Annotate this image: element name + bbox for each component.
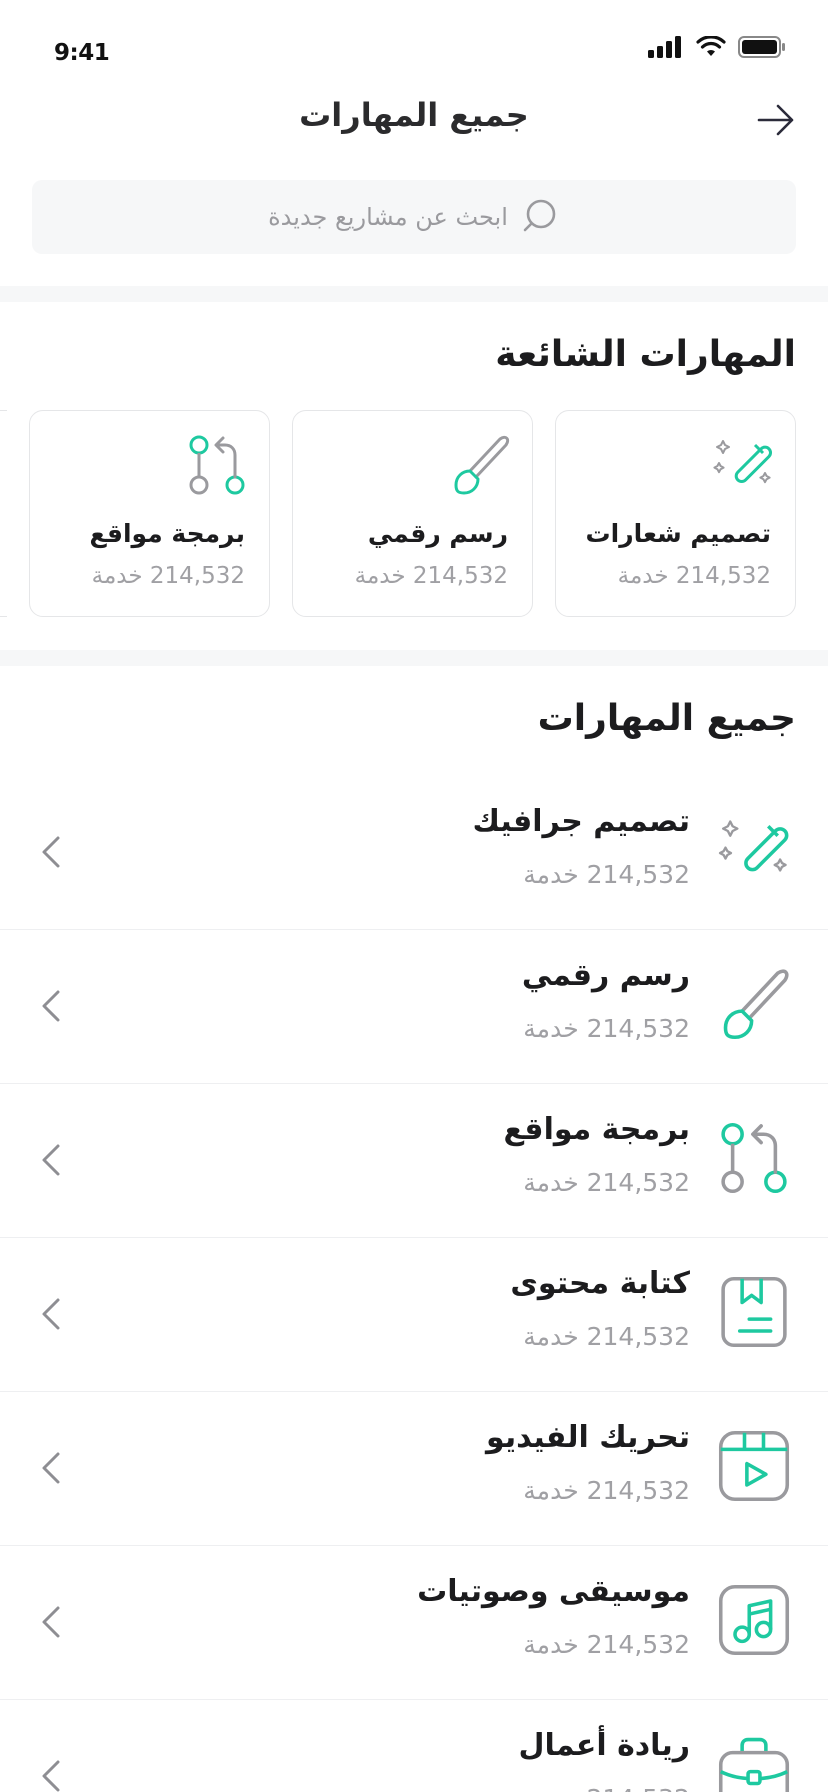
chevron-left-icon (42, 1606, 60, 1638)
search-placeholder: ابحث عن مشاريع جديدة (268, 203, 508, 231)
popular-card-web-programming[interactable]: برمجة مواقع 214,532 خدمة (29, 410, 270, 617)
chevron-left-icon (42, 1760, 60, 1792)
popular-card-partial[interactable] (0, 410, 7, 617)
cellular-signal-icon (648, 36, 681, 58)
popular-skills-row: تصميم شعارات 214,532 خدمة رسم رقمي 214,5… (0, 410, 796, 617)
list-item-count: 214,532 خدمة (523, 1322, 690, 1351)
popular-card-digital-drawing[interactable]: رسم رقمي 214,532 خدمة (292, 410, 533, 617)
git-pull-request-icon (189, 435, 245, 495)
list-item-title: تحريك الفيديو (486, 1420, 690, 1455)
nav-header: جميع المهارات (0, 84, 828, 154)
briefcase-icon (718, 1737, 790, 1792)
chevron-left-icon (42, 1298, 60, 1330)
popular-card-count: 214,532 خدمة (91, 563, 245, 589)
list-item-title: كتابة محتوى (510, 1266, 690, 1301)
list-item-title: برمجة مواقع (503, 1112, 690, 1147)
list-item-web-programming[interactable]: برمجة مواقع 214,532 خدمة (0, 1084, 828, 1238)
list-item-count: 214,532 خدمة (523, 1630, 690, 1659)
search-input[interactable]: ابحث عن مشاريع جديدة (32, 180, 796, 254)
chevron-left-icon (42, 990, 60, 1022)
status-icons (648, 36, 786, 58)
video-play-icon (718, 1430, 790, 1502)
list-item-digital-drawing[interactable]: رسم رقمي 214,532 خدمة (0, 930, 828, 1084)
chevron-left-icon (42, 1144, 60, 1176)
wifi-icon (696, 36, 726, 56)
chevron-left-icon (42, 1452, 60, 1484)
music-note-icon (718, 1584, 790, 1656)
all-skills-title: جميع المهارات (537, 698, 796, 739)
list-item-count: 214,532 خدمة (523, 1014, 690, 1043)
list-item-count: 214,532 خدمة (523, 1168, 690, 1197)
list-item-content-writing[interactable]: كتابة محتوى 214,532 خدمة (0, 1238, 828, 1392)
bookmark-book-icon (721, 1276, 787, 1348)
list-item-video-animation[interactable]: تحريك الفيديو 214,532 خدمة (0, 1392, 828, 1546)
list-item-count: 214,532 خدمة (523, 860, 690, 889)
git-pull-request-icon (721, 1122, 787, 1194)
popular-card-logo-design[interactable]: تصميم شعارات 214,532 خدمة (555, 410, 796, 617)
list-item-music-audio[interactable]: موسيقى وصوتيات 214,532 خدمة (0, 1546, 828, 1700)
back-button[interactable] (754, 98, 798, 142)
popular-card-count: 214,532 خدمة (617, 563, 771, 589)
arrow-right-icon (757, 104, 794, 136)
popular-card-title: برمجة مواقع (89, 519, 245, 548)
popular-card-count: 214,532 خدمة (354, 563, 508, 589)
all-skills-list: تصميم جرافيك 214,532 خدمة رسم رقمي 214,5… (0, 776, 828, 1792)
list-item-title: موسيقى وصوتيات (417, 1574, 690, 1609)
section-divider (0, 286, 828, 302)
list-item-title: رسم رقمي (521, 958, 690, 993)
popular-card-title: رسم رقمي (367, 519, 508, 548)
list-item-count: 214,532 خدمة (523, 1476, 690, 1505)
magic-pen-icon (713, 440, 773, 484)
battery-icon (738, 36, 785, 58)
chevron-left-icon (42, 836, 60, 868)
list-item-graphic-design[interactable]: تصميم جرافيك 214,532 خدمة (0, 776, 828, 930)
page-title: جميع المهارات (299, 96, 529, 134)
search-icon (523, 199, 556, 232)
list-item-title: تصميم جرافيك (472, 804, 690, 839)
list-item-entrepreneurship[interactable]: ريادة أعمال 214,532 خدمة (0, 1700, 828, 1792)
magic-pen-icon (718, 820, 789, 872)
status-time: 9:41 (54, 40, 110, 66)
brush-icon (723, 969, 789, 1040)
popular-card-title: تصميم شعارات (585, 519, 771, 548)
brush-icon (454, 435, 510, 495)
section-divider (0, 650, 828, 666)
list-item-count: 214,532 خدمة (523, 1784, 690, 1792)
list-item-title: ريادة أعمال (518, 1728, 690, 1763)
popular-skills-title: المهارات الشائعة (495, 334, 796, 375)
